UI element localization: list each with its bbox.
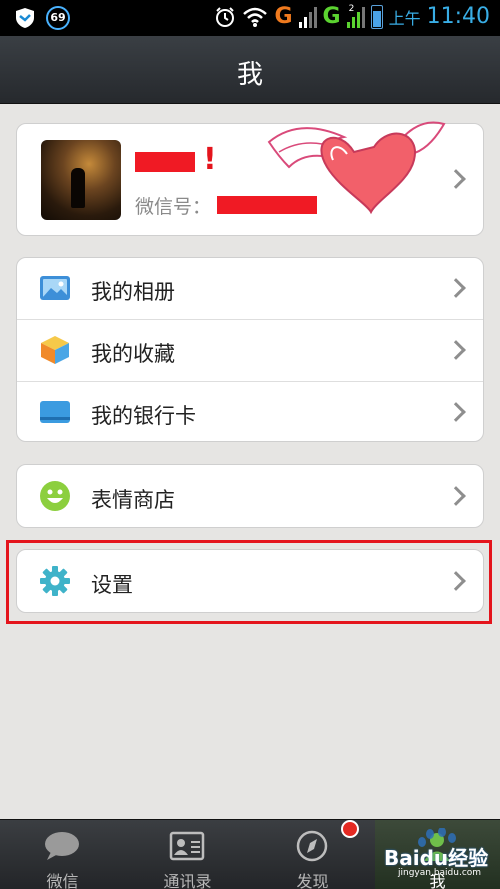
network-type-sim1: G <box>274 4 293 29</box>
favorites-box-icon <box>41 336 69 364</box>
winged-heart-sticker-icon <box>267 121 446 215</box>
sim2-index: 2 <box>348 3 355 14</box>
compass-icon <box>296 830 328 862</box>
clock-ampm: 上午 <box>388 8 421 28</box>
signal-strength-sim2: 2 <box>346 3 365 28</box>
wifi-icon <box>243 7 268 27</box>
menu-item-my-album[interactable]: 我的相册 <box>17 258 483 319</box>
signal-strength-sim1-icon <box>298 6 317 28</box>
discover-notification-dot <box>341 820 359 838</box>
battery-icon <box>370 4 383 29</box>
chevron-right-icon <box>446 402 466 422</box>
network-type-sim2: G <box>322 4 341 29</box>
tab-label: 通讯录 <box>163 872 212 889</box>
menu-item-label: 我的收藏 <box>91 342 175 366</box>
menu-list-card: 我的相册 我的收藏 我的银行卡 <box>16 257 484 442</box>
menu-item-label: 表情商店 <box>91 488 175 512</box>
avatar[interactable] <box>41 140 121 220</box>
sticker-store-card[interactable]: 表情商店 <box>16 464 484 528</box>
menu-item-label: 我的相册 <box>91 280 175 304</box>
chevron-right-icon <box>446 486 466 506</box>
chat-bubble-icon <box>45 832 79 860</box>
tab-label: 发现 <box>296 872 329 889</box>
menu-item-my-bank-card[interactable]: 我的银行卡 <box>17 382 483 443</box>
chevron-right-icon <box>446 340 466 360</box>
exclamation-mark-icon: ! <box>203 142 217 177</box>
notification-count-badge: 69 <box>46 6 70 30</box>
clock-time: 11:40 <box>426 4 490 29</box>
smiley-icon <box>40 481 70 511</box>
alarm-clock-icon <box>216 6 235 27</box>
bank-card-icon <box>40 401 70 423</box>
menu-item-sticker-store[interactable]: 表情商店 <box>17 466 483 527</box>
tab-contacts[interactable]: 通讯录 <box>125 820 250 889</box>
menu-item-label: 我的银行卡 <box>91 404 196 428</box>
photo-album-icon <box>40 276 70 300</box>
profile-card[interactable]: ! 微信号： <box>16 121 484 236</box>
tab-chats[interactable]: 微信 <box>0 820 125 889</box>
tab-label: 微信 <box>46 872 79 889</box>
watermark-url: jingyan.baidu.com <box>398 868 482 878</box>
security-shield-icon <box>16 8 34 28</box>
watermark-brand: Baidu经验 <box>384 846 489 870</box>
page-title: 我 <box>236 60 263 90</box>
status-bar: 69 G G 2 上午 11:40 <box>0 0 500 36</box>
contacts-card-icon <box>169 831 205 861</box>
profile-name-redacted <box>135 152 195 172</box>
title-bar: 我 <box>0 36 500 104</box>
wechat-id-label: 微信号： <box>135 196 212 218</box>
settings-highlight-frame <box>6 540 492 624</box>
chevron-right-icon <box>446 278 466 298</box>
menu-item-my-favorites[interactable]: 我的收藏 <box>17 320 483 381</box>
